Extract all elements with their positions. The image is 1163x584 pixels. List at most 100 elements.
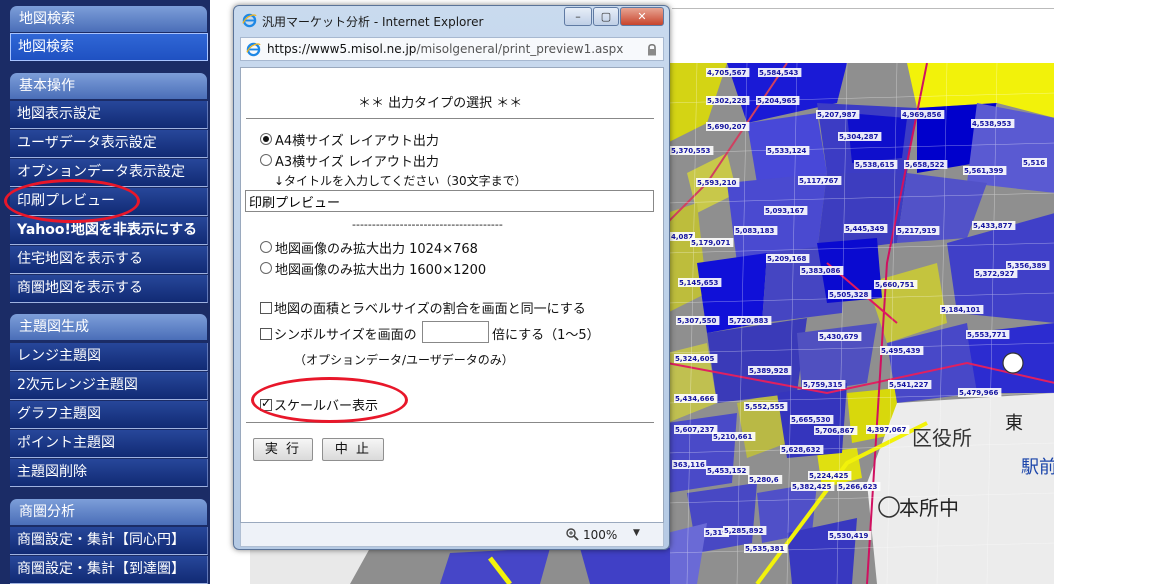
map-value-label: 5,541,227 bbox=[889, 381, 929, 389]
nav-item-show-trade-area-map[interactable]: 商圏地図を表示する bbox=[10, 275, 208, 303]
checkbox-same-ratio[interactable] bbox=[260, 302, 272, 314]
landmark-ekimae: 駅前 bbox=[1021, 457, 1054, 478]
nav-item-option-data-settings[interactable]: オプションデータ表示設定 bbox=[10, 159, 208, 187]
map-value-label: 5,209,168 bbox=[767, 255, 807, 263]
label-symbol-suffix: 倍にする（1〜5） bbox=[492, 328, 600, 343]
url-text: https://www5.misol.ne.jp/misolgeneral/pr… bbox=[267, 42, 623, 56]
map-value-label: 5,720,883 bbox=[729, 317, 769, 325]
print-preview-dialog: ＊＊ 出力タイプの選択 ＊＊ A4横サイズ レイアウト出力 A3横サイズ レイア… bbox=[240, 67, 664, 523]
map-value-label: 5,453,152 bbox=[707, 467, 747, 475]
map-value-label: 5,561,399 bbox=[964, 167, 1004, 175]
map-value-label: 4,397,067 bbox=[867, 426, 907, 434]
nav-item-map-search[interactable]: 地図検索 bbox=[10, 33, 208, 61]
map-value-label: 5,552,555 bbox=[745, 403, 785, 411]
map-value-label: 5,593,210 bbox=[697, 179, 737, 187]
map-value-label: 4,969,856 bbox=[902, 111, 942, 119]
symbol-size-input[interactable] bbox=[422, 321, 489, 343]
map-bottom-strip bbox=[250, 548, 670, 584]
map-value-label: 5,302,228 bbox=[707, 97, 747, 105]
map-value-label: 5,217,919 bbox=[897, 227, 937, 235]
map-value-label: 5,356,389 bbox=[1007, 262, 1047, 270]
map-value-label: 4,705,567 bbox=[707, 69, 747, 77]
chevron-down-icon[interactable]: ▼ bbox=[633, 528, 640, 538]
map-value-label: 5,495,439 bbox=[881, 347, 921, 355]
section-header-trade-area-analysis: 商圏分析 bbox=[10, 499, 207, 525]
landmark-honjo-junior-high: 本所中 bbox=[899, 496, 959, 520]
checkbox-scalebar[interactable] bbox=[260, 396, 272, 411]
nav-item-print-preview[interactable]: 印刷プレビュー bbox=[10, 188, 208, 216]
nav-item-trade-area-reach[interactable]: 商圏設定・集計【到達圏】 bbox=[10, 556, 208, 584]
radio-image-1024[interactable] bbox=[260, 241, 272, 253]
radio-image-1600[interactable] bbox=[260, 262, 272, 274]
map-value-label: 5,660,751 bbox=[875, 281, 915, 289]
label-same-ratio: 地図の面積とラベルサイズの割合を画面と同一にする bbox=[274, 302, 586, 317]
ie-popup-window: 汎用マーケット分析 - Internet Explorer – ▢ ✕ http… bbox=[233, 5, 670, 550]
map-value-label: 5,628,632 bbox=[781, 446, 821, 454]
map-value-label: 5,665,530 bbox=[791, 416, 831, 424]
map-value-label: 5,383,086 bbox=[801, 267, 841, 275]
map-value-label: 5,389,928 bbox=[749, 367, 789, 375]
nav-item-graph-thematic[interactable]: グラフ主題図 bbox=[10, 401, 208, 429]
radio-a4-layout[interactable] bbox=[260, 133, 272, 145]
section-header-basic-operations: 基本操作 bbox=[10, 73, 207, 99]
map-value-label: 5,658,522 bbox=[905, 161, 945, 169]
bottom-divider bbox=[246, 422, 654, 423]
map-value-label: 4,087 bbox=[671, 233, 693, 241]
map-value-label: 5,759,315 bbox=[803, 381, 843, 389]
label-a3-layout: A3横サイズ レイアウト出力 bbox=[275, 155, 439, 170]
maximize-button[interactable]: ▢ bbox=[593, 7, 619, 26]
map-value-label: 5,553,771 bbox=[967, 331, 1007, 339]
map-value-label: 5,445,349 bbox=[845, 225, 885, 233]
nav-item-user-data-settings[interactable]: ユーザデータ表示設定 bbox=[10, 130, 208, 158]
map-value-label: 5,304,287 bbox=[839, 133, 879, 141]
close-button[interactable]: ✕ bbox=[620, 7, 664, 26]
nav-item-delete-thematic[interactable]: 主題図削除 bbox=[10, 459, 208, 487]
radio-a3-layout[interactable] bbox=[260, 154, 272, 166]
cancel-button[interactable]: 中 止 bbox=[322, 438, 384, 461]
separator-dashes: -------------------------------------- bbox=[352, 218, 503, 231]
map-value-label: 5,538,615 bbox=[855, 161, 895, 169]
checkbox-symbol-size[interactable] bbox=[260, 328, 272, 340]
thematic-map[interactable]: 区役所 東 駅前 本所中 4,705,567 5,584,543 5,302,228… bbox=[666, 63, 1054, 584]
map-value-label: 5,145,653 bbox=[679, 279, 719, 287]
map-value-label: 5,184,101 bbox=[941, 306, 981, 314]
map-value-label: 5,093,167 bbox=[765, 207, 805, 215]
nav-item-show-residential-map[interactable]: 住宅地図を表示する bbox=[10, 246, 208, 274]
nav-item-map-display-settings[interactable]: 地図表示設定 bbox=[10, 101, 208, 129]
minimize-button[interactable]: – bbox=[564, 7, 592, 26]
title-input[interactable] bbox=[245, 190, 654, 212]
label-image-1600: 地図画像のみ拡大出力 1600×1200 bbox=[275, 263, 487, 278]
site-ie-icon bbox=[246, 42, 261, 57]
label-symbol-prefix: シンボルサイズを画面の bbox=[274, 328, 417, 343]
map-value-label: 5,083,183 bbox=[735, 227, 775, 235]
map-value-label: 5,607,237 bbox=[675, 426, 715, 434]
nav-item-hide-yahoo-map[interactable]: Yahoo!地図を非表示にする bbox=[10, 217, 208, 245]
map-value-label: 5,210,661 bbox=[713, 433, 753, 441]
map-value-label: 5,690,207 bbox=[707, 123, 747, 131]
map-value-label: 5,516 bbox=[1023, 159, 1045, 167]
window-title: 汎用マーケット分析 - Internet Explorer bbox=[262, 15, 484, 29]
address-bar[interactable]: https://www5.misol.ne.jp/misolgeneral/pr… bbox=[240, 37, 664, 61]
section-header-map-search: 地図検索 bbox=[10, 6, 207, 32]
title-prompt: ↓タイトルを入力してください（30文字まで） bbox=[274, 174, 527, 188]
lock-icon[interactable] bbox=[647, 43, 657, 56]
map-value-label: 5,430,679 bbox=[819, 333, 859, 341]
zoom-icon[interactable] bbox=[566, 528, 579, 541]
heading-divider bbox=[246, 118, 654, 119]
map-value-label: 5,224,425 bbox=[809, 472, 849, 480]
map-value-label: 5,382,425 bbox=[792, 483, 832, 491]
map-value-label: 5,433,877 bbox=[973, 222, 1013, 230]
map-value-label: 5,280,6 bbox=[749, 476, 779, 484]
ie-logo-icon bbox=[242, 13, 257, 28]
landmark-east: 東 bbox=[1005, 413, 1023, 434]
landmark-ward-office: 区役所 bbox=[912, 426, 972, 450]
nav-item-trade-area-circle[interactable]: 商圏設定・集計【同心円】 bbox=[10, 527, 208, 555]
nav-item-range-thematic[interactable]: レンジ主題図 bbox=[10, 343, 208, 371]
nav-item-2d-range-thematic[interactable]: 2次元レンジ主題図 bbox=[10, 372, 208, 400]
run-button[interactable]: 実 行 bbox=[253, 438, 313, 461]
label-image-1024: 地図画像のみ拡大出力 1024×768 bbox=[275, 242, 478, 257]
url-path: /misolgeneral/print_preview1.aspx bbox=[416, 42, 624, 56]
nav-item-point-thematic[interactable]: ポイント主題図 bbox=[10, 430, 208, 458]
zoom-level[interactable]: 100% bbox=[583, 528, 617, 542]
label-a4-layout: A4横サイズ レイアウト出力 bbox=[275, 134, 439, 149]
